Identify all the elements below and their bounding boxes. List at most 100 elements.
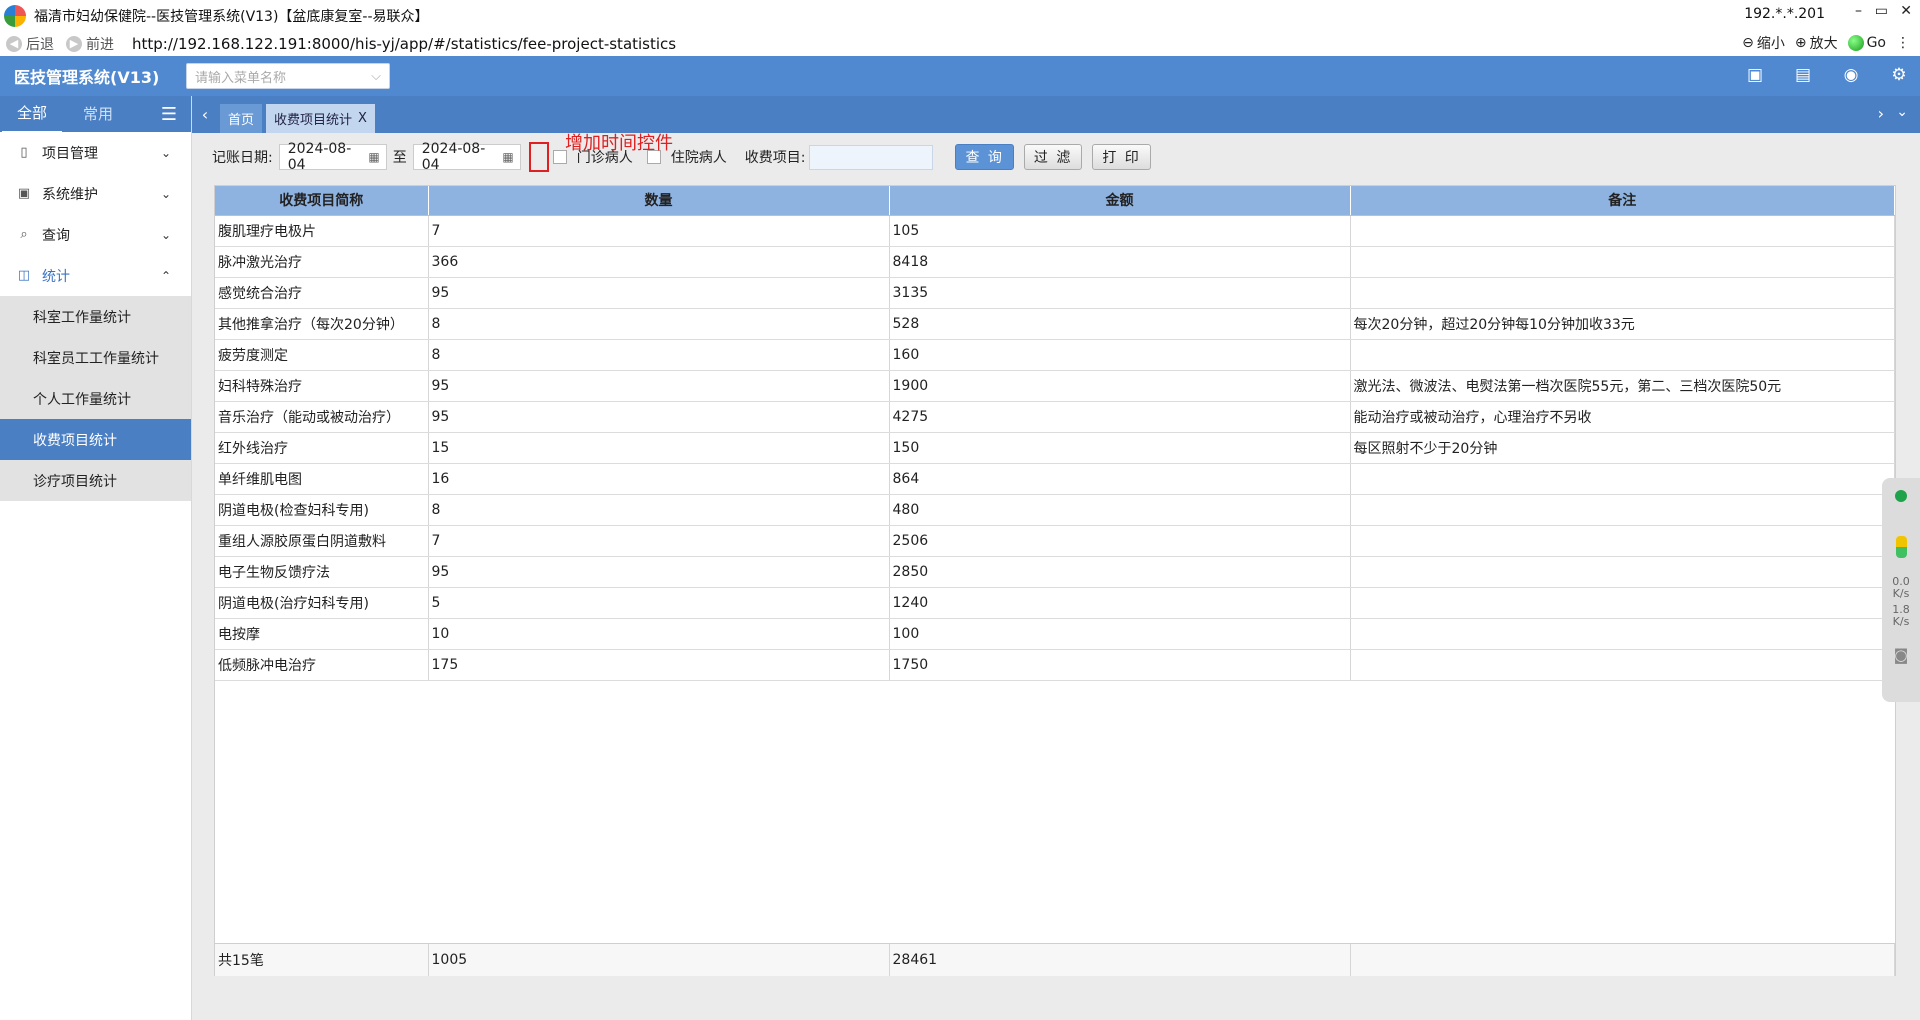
table-row[interactable]: 阴道电极(检查妇科专用) 8 480 [215,494,1895,526]
table-cell: 10 [428,618,890,650]
app-header: 医技管理系统(V13) 请输入菜单名称 ⌵ ▣ ▤ ◉ ⚙ [0,56,1920,96]
tab-close-icon[interactable]: X [358,111,367,126]
to-label: 至 [392,150,407,166]
table-cell: 95 [428,401,890,433]
summary-remark [1350,944,1895,976]
tab-fee-statistics[interactable]: 收费项目统计 X [266,104,375,133]
table-row[interactable]: 阴道电极(治疗妇科专用) 5 1240 [215,587,1895,619]
more-menu-icon[interactable]: ⋮ [1896,35,1910,51]
table-cell [1350,215,1895,247]
table-row[interactable]: 妇科特殊治疗 95 1900 激光法、微波法、电熨法第一档次医院55元，第二、三档次医… [215,370,1895,402]
forward-button[interactable]: ▶ 前进 [66,34,114,54]
minimize-button[interactable]: – [1855,3,1862,19]
annotation-highlight-box [528,142,549,172]
table-cell: 100 [889,618,1351,650]
table-row[interactable]: 腹肌理疗电极片 7 105 [215,215,1895,247]
column-header[interactable]: 备注 [1350,186,1895,216]
table-cell: 每区照射不少于20分钟 [1350,432,1895,464]
back-button[interactable]: ◀ 后退 [6,34,54,54]
url-field[interactable]: http://192.168.122.191:8000/his-yj/app/#… [132,35,676,53]
table-row[interactable]: 单纤维肌电图 16 864 [215,463,1895,495]
table-cell [1350,339,1895,371]
table-cell: 95 [428,277,890,309]
tab-scroll-right-icon[interactable]: › [1878,104,1884,123]
chevron-down-icon: ⌵ [371,68,381,84]
sidebar-tab-all[interactable]: 全部 [2,95,62,134]
menu-toggle-icon[interactable]: ☰ [161,104,177,125]
menu-search-select[interactable]: 请输入菜单名称 ⌵ [186,63,390,89]
summary-count: 共15笔 [215,944,429,976]
zoom-in-icon: ⊕ [1794,35,1807,51]
query-button[interactable]: 查 询 [955,144,1014,170]
camera-icon[interactable]: ◙ [1894,646,1909,664]
restore-button[interactable]: ▭ [1875,3,1888,19]
fee-statistics-grid: 收费项目简称 数量 金额 备注 腹肌理疗电极片 7 105 脉冲激光治疗 366 8418… [214,185,1896,976]
sidebar-item-fee-statistics[interactable]: 收费项目统计 [0,419,191,460]
eye-icon[interactable]: ◉ [1840,64,1862,86]
sidebar-item-treatment-statistics[interactable]: 诊疗项目统计 [0,460,191,501]
sidebar-item-query[interactable]: ⌕ 查询 ⌄ [0,214,191,255]
tab-menu-chevron-icon[interactable]: ⌄ [1896,104,1908,120]
table-row[interactable]: 音乐治疗（能动或被动治疗） 95 4275 能动治疗或被动治疗，心理治疗不另收 [215,401,1895,433]
document-icon[interactable]: ▤ [1792,64,1814,86]
table-cell: 红外线治疗 [215,432,429,464]
table-row[interactable]: 其他推拿治疗（每次20分钟） 8 528 每次20分钟，超过20分钟每10分钟加收33… [215,308,1895,340]
back-arrow-icon: ◀ [6,35,22,52]
tab-bar: ‹ 首页 收费项目统计 X › ⌄ [192,96,1920,133]
network-monitor-widget[interactable]: 0.0 K/s 1.8 K/s ◙ [1882,478,1920,702]
table-cell: 1240 [889,587,1351,619]
table-cell: 3135 [889,277,1351,309]
table-row[interactable]: 脉冲激光治疗 366 8418 [215,246,1895,278]
monitor-icon: ▣ [17,186,31,201]
table-row[interactable]: 低频脉冲电治疗 175 1750 [215,649,1895,681]
table-row[interactable]: 电子生物反馈疗法 95 2850 [215,556,1895,588]
table-row[interactable]: 红外线治疗 15 150 每区照射不少于20分钟 [215,432,1895,464]
table-cell: 480 [889,494,1351,526]
tab-scroll-left-icon[interactable]: ‹ [194,96,216,133]
data-table: 收费项目简称 数量 金额 备注 腹肌理疗电极片 7 105 脉冲激光治疗 366 8418… [215,186,1895,681]
column-header[interactable]: 金额 [889,186,1351,216]
table-row[interactable]: 感觉统合治疗 95 3135 [215,277,1895,309]
fee-item-input[interactable] [809,144,934,170]
start-date-input[interactable]: 2024-08-04 ▦ [278,141,387,173]
table-cell: 95 [428,556,890,588]
table-cell [1350,587,1895,619]
print-button[interactable]: 打 印 [1092,144,1151,170]
table-cell: 4275 [889,401,1351,433]
table-row[interactable]: 重组人源胶原蛋白阴道敷料 7 2506 [215,525,1895,557]
zoom-in-button[interactable]: ⊕ 放大 [1795,33,1838,53]
go-button[interactable]: Go [1847,35,1886,51]
speed-unit: K/s [1892,615,1910,628]
calendar-icon: ▦ [502,150,514,164]
sidebar-item-statistics[interactable]: ◫ 统计 ⌃ [0,255,191,296]
menu-search-placeholder: 请输入菜单名称 [195,70,287,86]
calendar-icon: ▦ [368,150,380,164]
filter-button[interactable]: 过 滤 [1023,144,1083,170]
window-titlebar: 福清市妇幼保健院--医技管理系统(V13)【盆底康复室--易联众】 192.*.… [0,0,1920,31]
table-row[interactable]: 电按摩 10 100 [215,618,1895,650]
sidebar-submenu-statistics: 科室工作量统计 科室员工工作量统计 个人工作量统计 收费项目统计 诊疗项目统计 [0,296,191,501]
gear-icon[interactable]: ⚙ [1888,64,1910,86]
table-row[interactable]: 疲劳度测定 8 160 [215,339,1895,371]
annotation-label: 增加时间控件 [565,133,673,154]
sidebar-item-personal-workload[interactable]: 个人工作量统计 [0,378,191,419]
sidebar-item-staff-workload[interactable]: 科室员工工作量统计 [0,337,191,378]
id-card-icon[interactable]: ▣ [1744,64,1766,86]
chart-icon: ◫ [17,268,31,283]
table-cell: 妇科特殊治疗 [215,370,429,402]
doc-icon: ▯ [20,145,28,160]
tab-home[interactable]: 首页 [220,104,263,133]
app-logo-icon [4,4,26,27]
sidebar-item-dept-workload[interactable]: 科室工作量统计 [0,296,191,337]
table-cell: 1900 [889,370,1351,402]
sidebar-tab-favorites[interactable]: 常用 [68,96,128,132]
table-cell [1350,618,1895,650]
sidebar-item-system-maintenance[interactable]: ▣ 系统维护 ⌄ [0,173,191,214]
end-date-input[interactable]: 2024-08-04 ▦ [412,141,521,173]
column-header[interactable]: 收费项目简称 [215,186,429,216]
sidebar-item-project-management[interactable]: ▯ 项目管理 ⌄ [0,132,191,173]
zoom-out-button[interactable]: ⊖ 缩小 [1742,33,1785,53]
table-cell [1350,556,1895,588]
column-header[interactable]: 数量 [428,186,890,216]
close-button[interactable]: ✕ [1900,3,1912,19]
